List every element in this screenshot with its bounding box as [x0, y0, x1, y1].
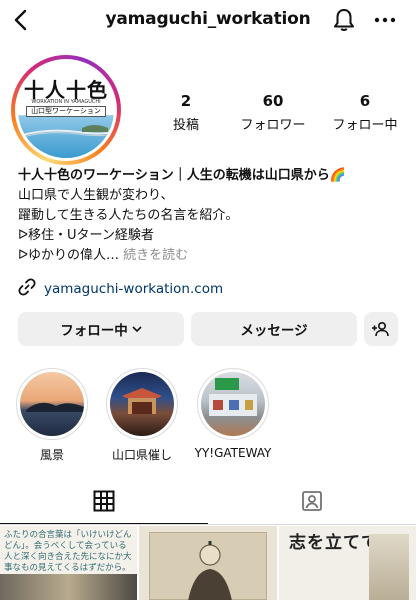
stat-following-value: 6 — [359, 92, 371, 110]
post-thumbnail-1[interactable]: ふたりの合言葉は「いけいけどんどん」。会うべくして会っている人と深く向き合えた先… — [0, 526, 137, 600]
website-link[interactable]: yamaguchi-workation.com — [18, 278, 223, 300]
avatar[interactable]: 十人十色 WORKATION IN YAMAGUCHI 山口型ワーケーション — [18, 62, 114, 158]
stat-posts[interactable]: 2 投稿 — [158, 92, 214, 133]
highlight-gateway-image — [201, 372, 265, 436]
read-more-link[interactable]: 続きを読む — [123, 248, 188, 263]
top-bar: yamaguchi_workation — [0, 0, 416, 44]
stat-followers-value: 60 — [262, 92, 284, 110]
post-3-photo-strip — [369, 534, 409, 600]
profile-tabs — [0, 478, 416, 524]
highlight-events-image — [110, 372, 174, 436]
avatar-logo-subtitle: WORKATION IN YAMAGUCHI — [31, 99, 101, 105]
tab-divider — [0, 524, 416, 525]
post-2-portrait-frame — [149, 532, 267, 600]
bio-line-4-row: ᐅゆかりの偉人… 続きを読む — [18, 246, 408, 266]
website-url[interactable]: yamaguchi-workation.com — [44, 281, 223, 297]
display-name: 十人十色のワーケーション｜人生の転機は山口県から🌈 — [18, 168, 346, 183]
message-button[interactable]: メッセージ — [191, 312, 357, 346]
stat-following-label: フォロー中 — [332, 118, 398, 133]
bell-icon[interactable] — [330, 6, 358, 34]
chevron-down-icon — [132, 325, 142, 332]
highlight-gateway-label: YY!GATEWAY — [194, 446, 272, 460]
post-thumbnail-2[interactable] — [139, 526, 277, 600]
link-icon — [18, 278, 36, 300]
bio-line-1: 山口県で人生観が変わり、 — [18, 188, 174, 203]
post-3-caption: 志を立てて — [289, 533, 379, 553]
message-button-label: メッセージ — [240, 323, 308, 339]
highlight-events[interactable]: 山口県催し — [106, 368, 178, 463]
bridge-image — [18, 125, 114, 139]
posts-grid: ふたりの合言葉は「いけいけどんどん」。会うべくして会っている人と深く向き合えた先… — [0, 526, 416, 600]
stat-posts-label: 投稿 — [172, 118, 199, 133]
tagged-icon — [302, 491, 322, 511]
add-person-icon — [372, 321, 389, 337]
bio-line-3: ᐅ移住・Uターン経験者 — [18, 228, 154, 243]
post-thumbnail-3[interactable]: 志を立てて — [279, 526, 416, 600]
grid-icon — [93, 490, 115, 511]
stat-following[interactable]: 6 フォロー中 — [322, 92, 408, 133]
highlight-scenery-image — [20, 372, 84, 436]
highlight-gateway[interactable]: YY!GATEWAY — [195, 368, 271, 460]
stat-followers[interactable]: 60 フォロワー — [230, 92, 316, 133]
post-1-photo-strip — [0, 574, 137, 600]
post-1-caption: ふたりの合言葉は「いけいけどんどん」。会うべくして会っている人と深く向き合えた先… — [4, 530, 132, 573]
tab-posts-grid[interactable] — [0, 478, 208, 524]
following-button[interactable]: フォロー中 — [18, 312, 184, 346]
tab-tagged[interactable] — [208, 478, 416, 524]
suggest-people-button[interactable] — [364, 312, 398, 346]
more-icon[interactable] — [370, 6, 400, 34]
bio: 十人十色のワーケーション｜人生の転機は山口県から🌈 山口県で人生観が変わり、 躍… — [18, 166, 408, 266]
story-ring[interactable]: 十人十色 WORKATION IN YAMAGUCHI 山口型ワーケーション — [11, 55, 121, 165]
following-button-label: フォロー中 — [60, 323, 128, 339]
avatar-logo-tag: 山口型ワーケーション — [26, 106, 106, 117]
highlight-scenery[interactable]: 風景 — [16, 368, 88, 463]
bio-line-2: 躍動して生きる人たちの名言を紹介。 — [18, 208, 239, 223]
bio-line-4: ᐅゆかりの偉人… — [18, 248, 119, 263]
stat-posts-value: 2 — [180, 92, 192, 110]
stat-followers-label: フォロワー — [240, 118, 306, 133]
